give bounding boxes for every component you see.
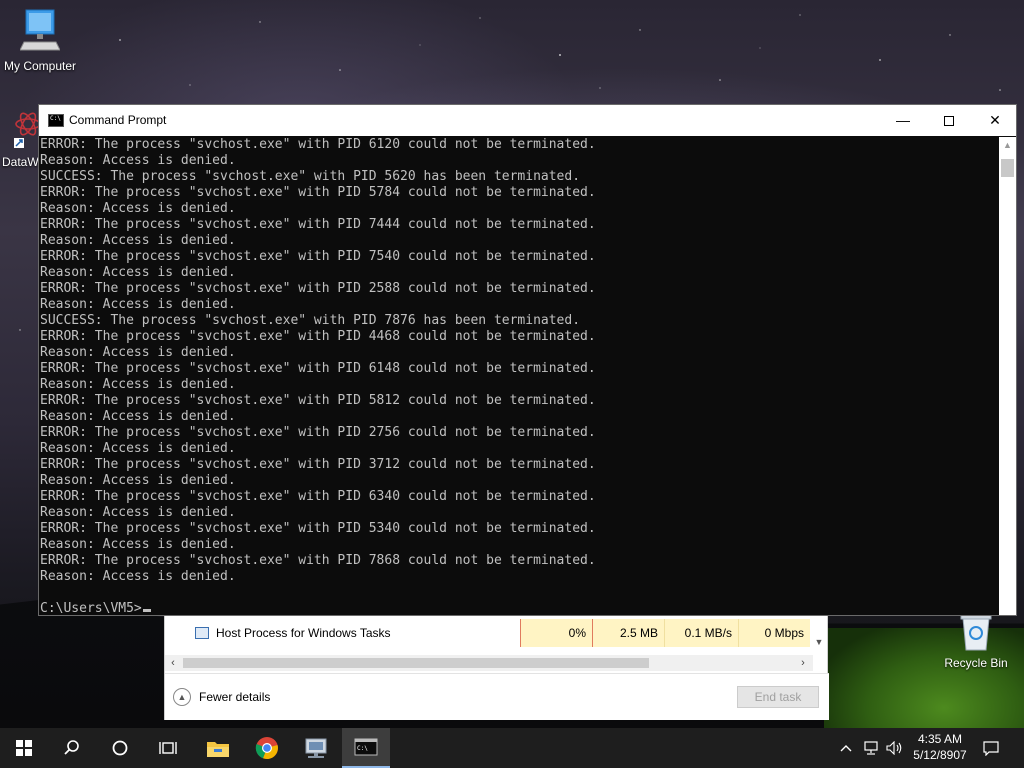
chevron-up-icon [840, 745, 852, 752]
fewer-details-label: Fewer details [199, 690, 271, 704]
process-row[interactable]: Host Process for Windows Tasks 0% 2.5 MB… [165, 619, 829, 647]
computer-icon [0, 8, 80, 55]
chrome-button[interactable] [243, 728, 291, 768]
chevron-up-icon: ▲ [173, 688, 191, 706]
volume-tray-button[interactable] [884, 728, 906, 768]
console-line: SUCCESS: The process "svchost.exe" with … [40, 169, 581, 184]
desktop-icon-label: Recycle Bin [944, 656, 1008, 670]
minimize-button[interactable]: — [880, 105, 926, 136]
svg-text:C:\: C:\ [357, 745, 368, 752]
console-line: Reason: Access is denied. [40, 265, 236, 280]
console-output[interactable]: ERROR: The process "svchost.exe" with PI… [40, 137, 998, 615]
console-line: Reason: Access is denied. [40, 473, 236, 488]
console-line: ERROR: The process "svchost.exe" with PI… [40, 329, 596, 344]
console-line: Reason: Access is denied. [40, 377, 236, 392]
cpu-cell: 0% [520, 619, 592, 647]
command-prompt-taskbar-button[interactable]: C:\ [342, 728, 390, 768]
console-line: Reason: Access is denied. [40, 201, 236, 216]
search-icon [64, 740, 79, 755]
close-button[interactable]: ✕ [972, 105, 1018, 136]
memory-cell: 2.5 MB [592, 619, 664, 647]
horizontal-scrollbar[interactable]: ‹ › [165, 655, 813, 671]
console-line: Reason: Access is denied. [40, 569, 236, 584]
network-app-icon [305, 738, 327, 758]
scroll-down-arrow-icon[interactable]: ▼ [811, 637, 827, 651]
console-line: ERROR: The process "svchost.exe" with PI… [40, 425, 596, 440]
console-line: ERROR: The process "svchost.exe" with PI… [40, 553, 596, 568]
scrollbar-thumb[interactable] [183, 658, 649, 668]
network-icon [864, 741, 878, 755]
end-task-button[interactable]: End task [737, 686, 819, 708]
console-line: Reason: Access is denied. [40, 345, 236, 360]
command-prompt-app-icon [48, 114, 64, 127]
console-line: ERROR: The process "svchost.exe" with PI… [40, 281, 596, 296]
console-line: Reason: Access is denied. [40, 537, 236, 552]
console-line: ERROR: The process "svchost.exe" with PI… [40, 361, 596, 376]
file-explorer-button[interactable] [194, 728, 242, 768]
maximize-button[interactable] [926, 105, 972, 136]
command-prompt-line: C:\Users\VM5> [40, 601, 998, 615]
console-line: ERROR: The process "svchost.exe" with PI… [40, 249, 596, 264]
console-line: ERROR: The process "svchost.exe" with PI… [40, 185, 596, 200]
command-prompt-window[interactable]: Command Prompt — ✕ ERROR: The process "s… [38, 104, 1017, 616]
start-button[interactable] [0, 728, 48, 768]
action-center-button[interactable] [976, 728, 1006, 768]
console-line: ERROR: The process "svchost.exe" with PI… [40, 137, 596, 152]
desktop-icon-my-computer[interactable]: My Computer [0, 8, 80, 73]
command-prompt-icon: C:\ [354, 738, 378, 756]
console-line: ERROR: The process "svchost.exe" with PI… [40, 521, 596, 536]
clock-time: 4:35 AM [917, 732, 963, 746]
recycle-bin-icon [957, 612, 995, 652]
clock[interactable]: 4:35 AM 5/12/8907 [904, 731, 976, 763]
desktop-icon-label: My Computer [3, 59, 77, 73]
console-line: ERROR: The process "svchost.exe" with PI… [40, 489, 596, 504]
desktop-icon-recycle-bin[interactable]: Recycle Bin [936, 612, 1016, 670]
network-cell: 0 Mbps [738, 619, 810, 647]
cortana-circle-icon [112, 740, 128, 756]
console-line: Reason: Access is denied. [40, 505, 236, 520]
console-line: Reason: Access is denied. [40, 441, 236, 456]
taskbar: C:\ 4:35 AM 5/12/8907 [0, 728, 1024, 768]
start-windows-icon [16, 740, 32, 756]
clock-date: 5/12/8907 [913, 748, 967, 762]
scroll-up-arrow-icon[interactable]: ▲ [999, 137, 1016, 153]
title-bar[interactable]: Command Prompt — ✕ [39, 105, 1016, 136]
search-button[interactable] [48, 728, 96, 768]
console-line: Reason: Access is denied. [40, 297, 236, 312]
scroll-left-arrow-icon[interactable]: ‹ [165, 655, 181, 671]
network-tray-button[interactable] [860, 728, 882, 768]
cortana-button[interactable] [96, 728, 144, 768]
scrollbar-thumb[interactable] [1001, 159, 1014, 177]
volume-icon [886, 741, 902, 755]
task-view-button[interactable] [144, 728, 192, 768]
chrome-icon [255, 737, 278, 760]
console-line: ERROR: The process "svchost.exe" with PI… [40, 393, 596, 408]
console-line: Reason: Access is denied. [40, 409, 236, 424]
file-explorer-icon [207, 742, 229, 757]
maximize-icon [944, 116, 954, 127]
text-cursor [142, 609, 151, 612]
console-line: ERROR: The process "svchost.exe" with PI… [40, 457, 596, 472]
fewer-details-button[interactable]: ▲ Fewer details [173, 688, 270, 706]
notification-icon [983, 741, 999, 756]
console-line: SUCCESS: The process "svchost.exe" with … [40, 313, 581, 328]
show-hidden-icons-button[interactable] [836, 728, 856, 768]
network-app-button[interactable] [293, 728, 341, 768]
task-manager-footer: ▲ Fewer details End task [165, 673, 829, 720]
console-line: Reason: Access is denied. [40, 153, 236, 168]
task-view-icon [159, 742, 177, 754]
vertical-scrollbar[interactable]: ▲ [999, 137, 1016, 615]
disk-cell: 0.1 MB/s [664, 619, 738, 647]
window-title: Command Prompt [69, 113, 167, 127]
scroll-right-arrow-icon[interactable]: › [795, 655, 811, 671]
process-name: Host Process for Windows Tasks [216, 626, 391, 640]
process-icon [195, 627, 209, 639]
console-line: ERROR: The process "svchost.exe" with PI… [40, 217, 596, 232]
console-line: Reason: Access is denied. [40, 233, 236, 248]
task-manager-window: Host Process for Windows Tasks 0% 2.5 MB… [164, 614, 829, 720]
